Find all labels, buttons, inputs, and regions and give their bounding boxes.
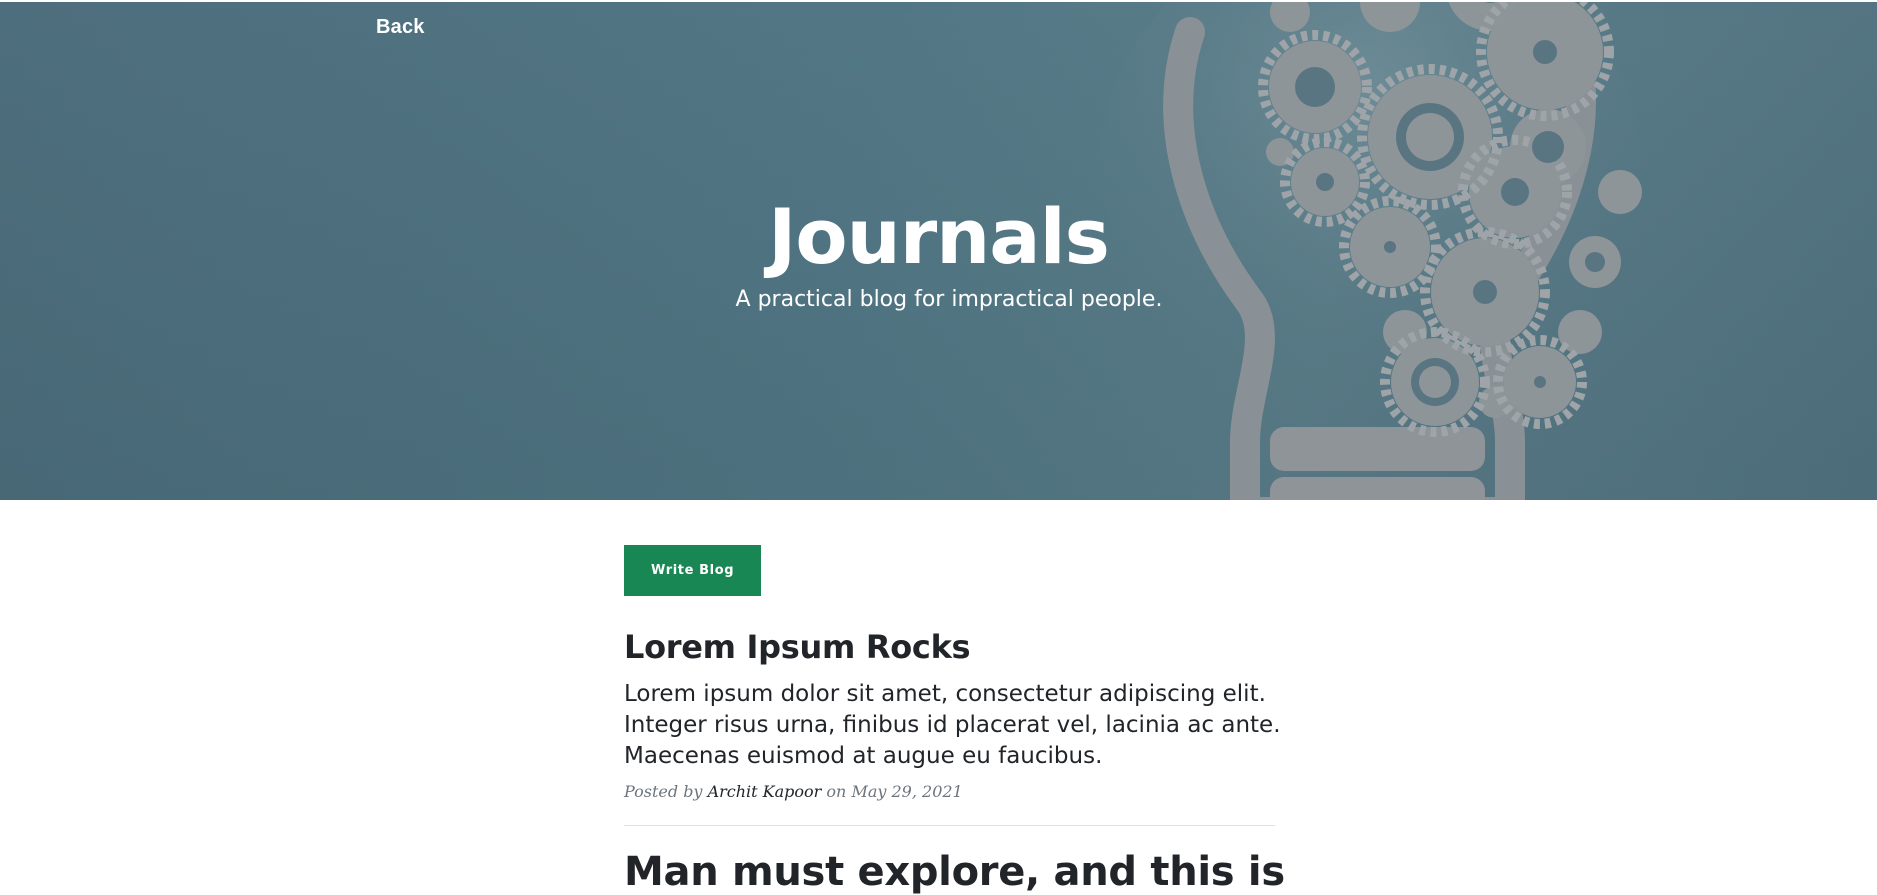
post-title[interactable]: Man must explore, and this is bbox=[624, 850, 1285, 894]
site-subtitle: A practical blog for impractical people. bbox=[735, 287, 1163, 312]
hero-header: Back Journals A practical blog for impra… bbox=[0, 0, 1877, 500]
post-meta: Posted by Archit Kapoor on May 29, 2021 bbox=[624, 782, 1275, 801]
post-author-link[interactable]: Archit Kapoor bbox=[708, 782, 822, 801]
write-blog-button[interactable]: Write Blog bbox=[624, 545, 762, 596]
post-preview: Lorem Ipsum Rocks Lorem ipsum dolor sit … bbox=[624, 627, 1281, 801]
post-date: May 29, 2021 bbox=[851, 782, 963, 801]
post-list: Write Blog Lorem Ipsum Rocks Lorem ipsum… bbox=[624, 545, 1285, 894]
date-prefix-label: on bbox=[826, 782, 847, 801]
back-link[interactable]: Back bbox=[376, 16, 425, 39]
site-title: Journals bbox=[768, 192, 1110, 281]
posted-by-label: Posted by bbox=[624, 782, 703, 801]
post-excerpt[interactable]: Lorem ipsum dolor sit amet, consectetur … bbox=[624, 679, 1284, 772]
post-title[interactable]: Lorem Ipsum Rocks bbox=[624, 627, 1275, 667]
post-divider bbox=[624, 825, 1275, 826]
post-preview: Man must explore, and this is bbox=[624, 850, 1285, 894]
